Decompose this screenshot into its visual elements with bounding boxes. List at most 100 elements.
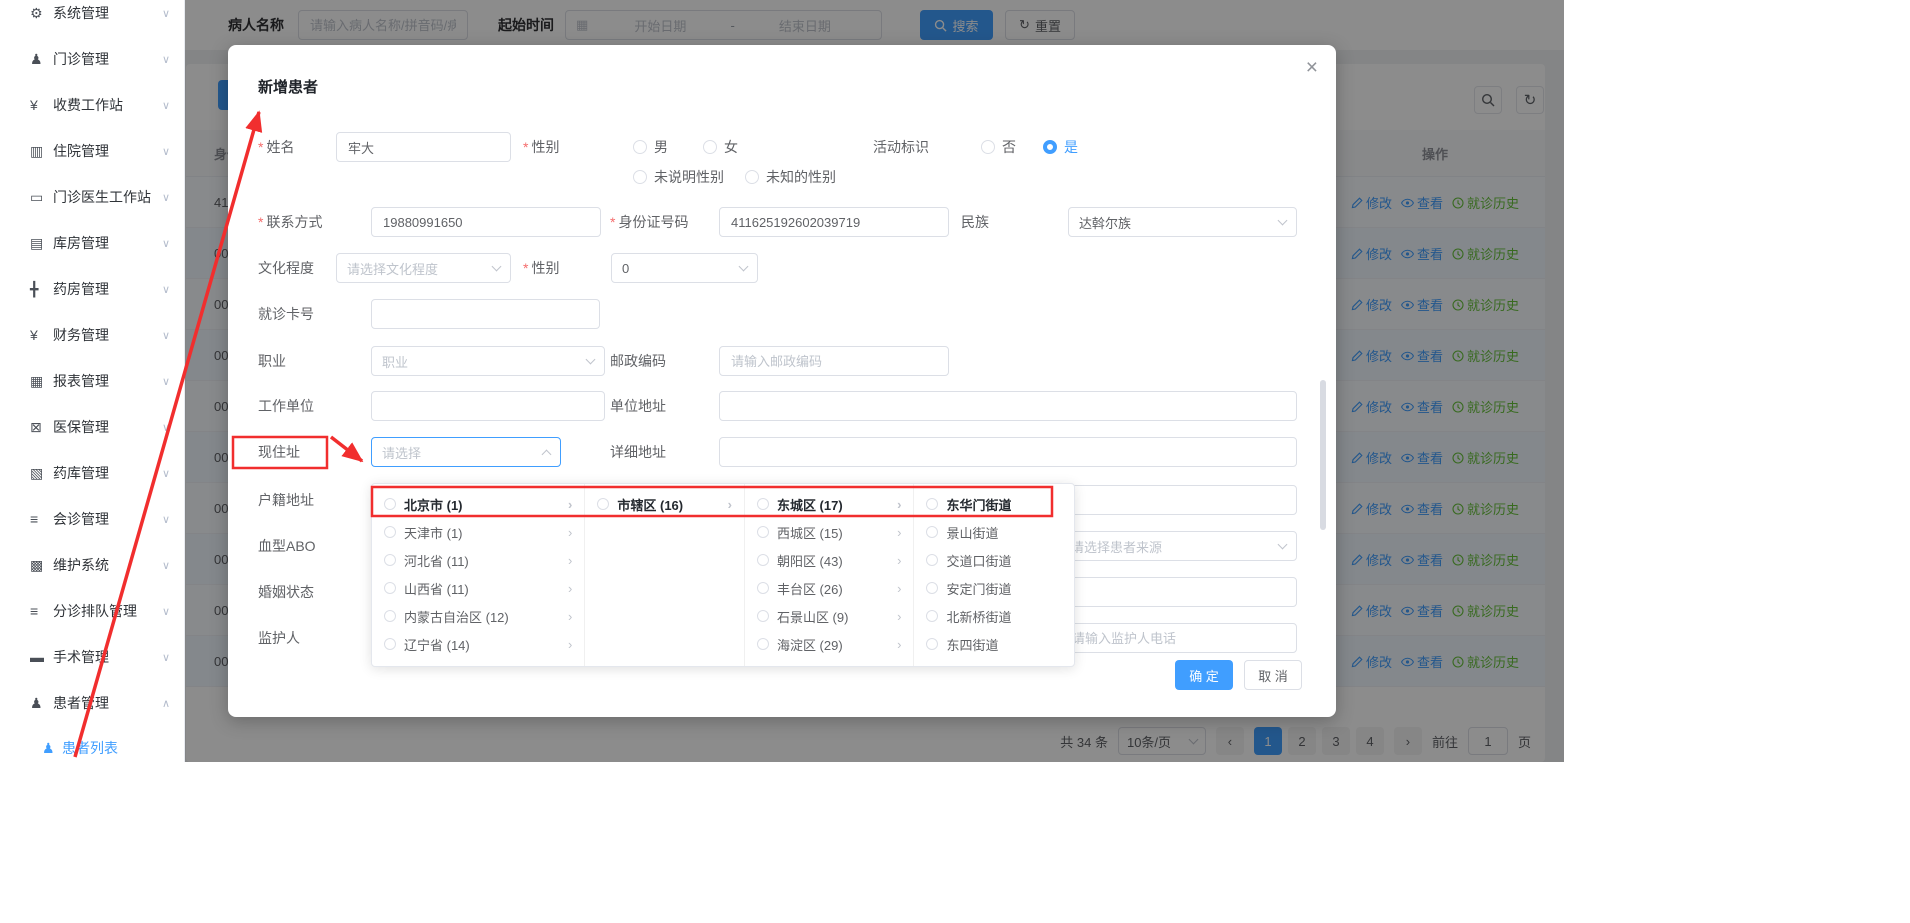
cascader-option[interactable]: 景山街道› [914, 518, 1074, 546]
cascader-column-street: 东华门街道›景山街道›交道口街道›安定门街道›北新桥街道›东四街道› [914, 484, 1074, 666]
household-address-label: 户籍地址 [258, 485, 314, 515]
sidebar-item-triage-queue[interactable]: ≡分诊排队管理∨ [0, 588, 184, 634]
education-select[interactable]: 请选择文化程度 [336, 253, 511, 283]
cascader-option[interactable]: 市辖区 (16)› [585, 490, 744, 518]
work-unit-label: 工作单位 [258, 391, 314, 421]
cascader-option[interactable]: 东城区 (17)› [745, 490, 914, 518]
sidebar-item-inpatient[interactable]: ▥住院管理∨ [0, 128, 184, 174]
chevron-down-icon [1278, 540, 1288, 550]
chevron-down-icon: ∨ [162, 513, 170, 526]
postal-code-input[interactable] [719, 346, 949, 376]
chevron-down-icon [492, 262, 502, 272]
radio-circle-icon [981, 140, 995, 154]
cascader-option[interactable]: 北京市 (1)› [372, 490, 584, 518]
chevron-down-icon: ∨ [162, 329, 170, 342]
sidebar-item-finance[interactable]: ¥财务管理∨ [0, 312, 184, 358]
sidebar-item-charging-station[interactable]: ¥收费工作站∨ [0, 82, 184, 128]
report-icon: ▦ [30, 373, 53, 390]
add-patient-dialog: 新增患者 × *姓名 *性别 男 女 活动标识 否 是 未说明性别 未知的性别 … [228, 45, 1336, 717]
work-unit-input[interactable] [371, 391, 605, 421]
occupation-label: 职业 [258, 346, 286, 376]
chevron-down-icon: ∨ [162, 605, 170, 618]
active-flag-radio-no[interactable]: 否 [981, 132, 1016, 162]
chevron-down-icon [1278, 216, 1288, 226]
cascader-option[interactable]: 朝阳区 (43)› [745, 546, 914, 574]
gender-radio-unspecified[interactable]: 未说明性别 [633, 162, 724, 192]
sidebar-item-outpatient[interactable]: ♟门诊管理∨ [0, 36, 184, 82]
chevron-down-icon: ∨ [162, 191, 170, 204]
sidebar-item-maintenance[interactable]: ▩维护系统∨ [0, 542, 184, 588]
sidebar-item-drug-store[interactable]: ▧药库管理∨ [0, 450, 184, 496]
row11-input[interactable] [1060, 577, 1297, 607]
detail-address-input[interactable] [719, 437, 1297, 467]
gender-radio-female[interactable]: 女 [703, 132, 738, 162]
radio-circle-icon [926, 638, 938, 650]
cascader-option[interactable]: 山西省 (11)› [372, 574, 584, 602]
chevron-down-icon: ∨ [162, 145, 170, 158]
sidebar-item-patient-list[interactable]: ♟患者列表 [0, 726, 184, 762]
name-input[interactable] [336, 132, 511, 162]
close-icon[interactable]: × [1306, 57, 1318, 78]
gender-radio-male[interactable]: 男 [633, 132, 668, 162]
gender-code-label: *性别 [523, 253, 559, 283]
sidebar-item-patient[interactable]: ♟患者管理∧ [0, 680, 184, 726]
yen-icon: ¥ [30, 327, 53, 343]
guardian-label: 监护人 [258, 623, 300, 653]
cascader-option[interactable]: 交道口街道› [914, 546, 1074, 574]
sidebar-item-outpatient-doctor-station[interactable]: ▭门诊医生工作站∨ [0, 174, 184, 220]
row9-input[interactable] [1060, 485, 1297, 515]
cascader-option[interactable]: 丰台区 (26)› [745, 574, 914, 602]
modal-scrollbar[interactable] [1320, 380, 1326, 530]
sidebar-item-consultation[interactable]: ≡会诊管理∨ [0, 496, 184, 542]
current-address-select[interactable]: 请选择 [371, 437, 561, 467]
gender-label: *性别 [523, 132, 559, 162]
cascader-option[interactable]: 内蒙古自治区 (12)› [372, 602, 584, 630]
sidebar-item-pharmacy[interactable]: ╋药房管理∨ [0, 266, 184, 312]
sidebar-item-surgery[interactable]: ▬手术管理∨ [0, 634, 184, 680]
cascader-option[interactable]: 北新桥街道› [914, 602, 1074, 630]
cascader-option[interactable]: 河北省 (11)› [372, 546, 584, 574]
active-flag-radio-yes[interactable]: 是 [1043, 132, 1078, 162]
radio-circle-icon [926, 610, 938, 622]
contact-input[interactable] [371, 207, 601, 237]
id-number-input[interactable] [719, 207, 949, 237]
chevron-down-icon: ∨ [162, 421, 170, 434]
cascader-option[interactable]: 东四街道› [914, 630, 1074, 658]
ethnicity-label: 民族 [961, 207, 989, 237]
visit-card-input[interactable] [371, 299, 600, 329]
cascader-option[interactable]: 海淀区 (29)› [745, 630, 914, 658]
monitor-icon: ▭ [30, 189, 53, 206]
cascader-option[interactable]: 天津市 (1)› [372, 518, 584, 546]
radio-circle-icon [384, 638, 396, 650]
chevron-right-icon: › [897, 553, 901, 568]
mail-icon: ⊠ [30, 419, 53, 436]
cascader-option[interactable]: 西城区 (15)› [745, 518, 914, 546]
radio-circle-icon [757, 610, 769, 622]
gender-code-select[interactable]: 0 [611, 253, 758, 283]
grid-icon: ▩ [30, 557, 53, 574]
sidebar: ⚙系统管理∨ ♟门诊管理∨ ¥收费工作站∨ ▥住院管理∨ ▭门诊医生工作站∨ ▤… [0, 0, 185, 762]
cascader-option[interactable]: 安定门街道› [914, 574, 1074, 602]
confirm-button[interactable]: 确 定 [1175, 660, 1233, 690]
document-icon: ▤ [30, 235, 53, 252]
sidebar-item-system[interactable]: ⚙系统管理∨ [0, 0, 184, 36]
cascader-option[interactable]: 辽宁省 (14)› [372, 630, 584, 658]
sidebar-item-reports[interactable]: ▦报表管理∨ [0, 358, 184, 404]
chevron-right-icon: › [897, 637, 901, 652]
surgery-icon: ▬ [30, 649, 53, 665]
sidebar-item-storehouse[interactable]: ▤库房管理∨ [0, 220, 184, 266]
occupation-select[interactable]: 职业 [371, 346, 605, 376]
unit-address-input[interactable] [719, 391, 1297, 421]
sidebar-item-insurance[interactable]: ⊠医保管理∨ [0, 404, 184, 450]
radio-circle-icon [633, 170, 647, 184]
guardian-phone-input[interactable] [1060, 623, 1297, 653]
ethnicity-select[interactable]: 达斡尔族 [1068, 207, 1297, 237]
cascader-option[interactable]: 东华门街道› [914, 490, 1074, 518]
id-number-label: *身份证号码 [610, 207, 688, 237]
patient-source-select[interactable]: 请选择患者来源 [1060, 531, 1297, 561]
cancel-button[interactable]: 取 消 [1244, 660, 1302, 690]
radio-circle-icon [926, 554, 938, 566]
chevron-down-icon: ∨ [162, 375, 170, 388]
gender-radio-unknown[interactable]: 未知的性别 [745, 162, 836, 192]
cascader-option[interactable]: 石景山区 (9)› [745, 602, 914, 630]
